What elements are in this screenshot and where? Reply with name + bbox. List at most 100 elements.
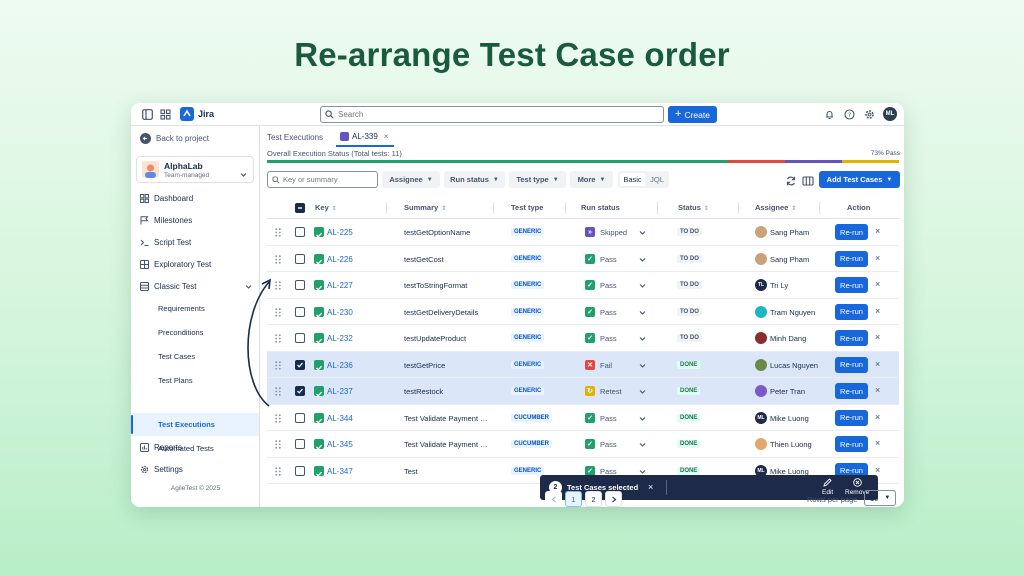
sidebar-item-milestones[interactable]: Milestones — [140, 216, 192, 225]
status-badge[interactable]: TO DO — [677, 228, 702, 236]
row-checkbox[interactable] — [295, 386, 305, 396]
tab-al-339[interactable]: AL-339 × — [336, 128, 394, 147]
run-status-text[interactable]: Pass — [600, 440, 617, 449]
create-button[interactable]: + Create — [668, 106, 717, 123]
table-row[interactable]: AL-225 testGetOptionName GENERIC » Skipp… — [267, 219, 899, 246]
run-status-text[interactable]: Pass — [600, 414, 617, 423]
table-row[interactable]: AL-226 testGetCost GENERIC ✓ Pass TO DO … — [267, 246, 899, 272]
filter-test-type[interactable]: Test type ▼ — [509, 171, 566, 188]
chevron-down-icon[interactable] — [639, 309, 646, 316]
chevron-down-icon[interactable] — [639, 468, 646, 475]
row-checkbox[interactable] — [295, 227, 305, 237]
chevron-down-icon[interactable] — [639, 282, 646, 289]
rows-per-page-select[interactable]: 10 ▼ — [864, 490, 896, 506]
key-summary-input[interactable] — [283, 175, 373, 184]
filter-more[interactable]: More ▼ — [570, 171, 613, 188]
column-header-key[interactable]: Key ⇕ — [315, 203, 337, 212]
status-badge[interactable]: DONE — [677, 413, 701, 422]
drag-handle-icon[interactable] — [275, 440, 281, 449]
rerun-button[interactable]: Re-run — [835, 436, 868, 452]
column-header-status[interactable]: Status ⇕ — [678, 203, 709, 212]
row-checkbox[interactable] — [295, 465, 305, 476]
rerun-button[interactable]: Re-run — [835, 409, 868, 426]
sidebar-item-test-cases[interactable]: Test Cases — [158, 352, 195, 361]
drag-handle-icon[interactable] — [275, 254, 281, 264]
run-status-text[interactable]: Pass — [600, 334, 617, 343]
tab-test-executions[interactable]: Test Executions — [267, 133, 323, 142]
filter-assignee[interactable]: Assignee ▼ — [382, 171, 440, 188]
gear-icon[interactable] — [862, 107, 877, 122]
project-switcher[interactable]: AlphaLab Team-managed — [136, 156, 254, 183]
help-icon[interactable]: ? — [842, 107, 857, 122]
chevron-down-icon[interactable] — [639, 388, 646, 395]
row-checkbox[interactable] — [295, 306, 305, 317]
select-all-checkbox[interactable] — [295, 203, 305, 213]
column-header-summary[interactable]: Summary ⇕ — [404, 203, 446, 212]
issue-key-link[interactable]: AL-236 — [327, 361, 353, 370]
mode-jql[interactable]: JQL — [647, 175, 667, 184]
global-search[interactable] — [320, 106, 664, 123]
run-status-text[interactable]: Fail — [600, 361, 612, 370]
chevron-down-icon[interactable] — [639, 362, 646, 369]
clear-selection-icon[interactable]: × — [648, 482, 653, 492]
table-row[interactable]: AL-237 testRestock GENERIC ↻ Retest DONE… — [267, 378, 899, 405]
rerun-button[interactable]: Re-run — [835, 277, 868, 293]
table-row[interactable]: AL-344 Test Validate Payment Methods CUC… — [267, 405, 899, 431]
table-row[interactable]: AL-345 Test Validate Payment Flow CUCUMB… — [267, 431, 899, 458]
chevron-down-icon[interactable] — [639, 415, 646, 422]
run-status-text[interactable]: Pass — [600, 308, 617, 317]
close-icon[interactable]: × — [384, 132, 389, 141]
query-mode-toggle[interactable]: Basic JQL — [618, 171, 669, 188]
issue-key-link[interactable]: AL-345 — [327, 440, 353, 449]
chevron-down-icon[interactable] — [639, 335, 646, 342]
remove-row-icon[interactable]: × — [875, 438, 880, 448]
table-row[interactable]: AL-236 testGetPrice GENERIC ✕ Fail DONE … — [267, 351, 899, 378]
table-row[interactable]: AL-227 testToStringFormat GENERIC ✓ Pass… — [267, 272, 899, 299]
row-checkbox[interactable] — [295, 253, 305, 264]
issue-key-link[interactable]: AL-344 — [327, 414, 353, 423]
sidebar-item-preconditions[interactable]: Preconditions — [158, 328, 203, 337]
page-2-button[interactable]: 2 — [585, 491, 602, 507]
rerun-button[interactable]: Re-run — [835, 303, 868, 320]
mode-basic[interactable]: Basic — [620, 173, 645, 186]
issue-key-link[interactable]: AL-225 — [327, 228, 353, 237]
sidebar-item-classic-test[interactable]: Classic Test — [140, 282, 252, 291]
sidebar-item-exploratory-test[interactable]: Exploratory Test — [140, 260, 211, 269]
refresh-icon[interactable] — [785, 174, 797, 186]
rerun-button[interactable]: Re-run — [835, 356, 868, 373]
table-row[interactable]: AL-232 testUpdateProduct GENERIC ✓ Pass … — [267, 325, 899, 352]
run-status-text[interactable]: Pass — [600, 255, 617, 264]
sidebar-item-script-test[interactable]: Script Test — [140, 238, 191, 247]
drag-handle-icon[interactable] — [275, 228, 281, 237]
back-to-project-link[interactable]: Back to project — [140, 133, 209, 144]
run-status-text[interactable]: Retest — [600, 387, 622, 396]
rerun-button[interactable]: Re-run — [835, 224, 868, 240]
issue-key-link[interactable]: AL-226 — [327, 255, 353, 264]
table-row[interactable]: AL-230 testGetDeliveryDetails GENERIC ✓ … — [267, 299, 899, 325]
add-test-cases-button[interactable]: Add Test Cases ▼ — [819, 171, 900, 188]
remove-row-icon[interactable]: × — [875, 279, 880, 289]
app-switcher-icon[interactable] — [158, 107, 173, 122]
chevron-down-icon[interactable] — [639, 256, 646, 263]
sidebar-item-requirements[interactable]: Requirements — [158, 304, 205, 313]
next-page-button[interactable] — [605, 491, 622, 507]
filter-run-status[interactable]: Run status ▼ — [444, 171, 505, 188]
sidebar-item-dashboard[interactable]: Dashboard — [140, 194, 193, 203]
remove-row-icon[interactable]: × — [875, 385, 880, 395]
issue-key-link[interactable]: AL-230 — [327, 308, 353, 317]
issue-key-link[interactable]: AL-232 — [327, 334, 353, 343]
issue-key-link[interactable]: AL-227 — [327, 281, 353, 290]
status-badge[interactable]: TO DO — [677, 254, 702, 263]
row-checkbox[interactable] — [295, 280, 305, 290]
prev-page-button[interactable] — [545, 491, 562, 507]
status-badge[interactable]: DONE — [677, 387, 701, 395]
drag-handle-icon[interactable] — [275, 466, 281, 476]
run-status-text[interactable]: Pass — [600, 281, 617, 290]
rerun-button[interactable]: Re-run — [835, 330, 868, 346]
user-avatar[interactable]: ML — [883, 107, 897, 121]
rerun-button[interactable]: Re-run — [835, 383, 868, 399]
chevron-down-icon[interactable] — [639, 229, 646, 236]
status-badge[interactable]: TO DO — [677, 281, 702, 289]
issue-key-link[interactable]: AL-237 — [327, 387, 353, 396]
remove-row-icon[interactable]: × — [875, 226, 880, 236]
